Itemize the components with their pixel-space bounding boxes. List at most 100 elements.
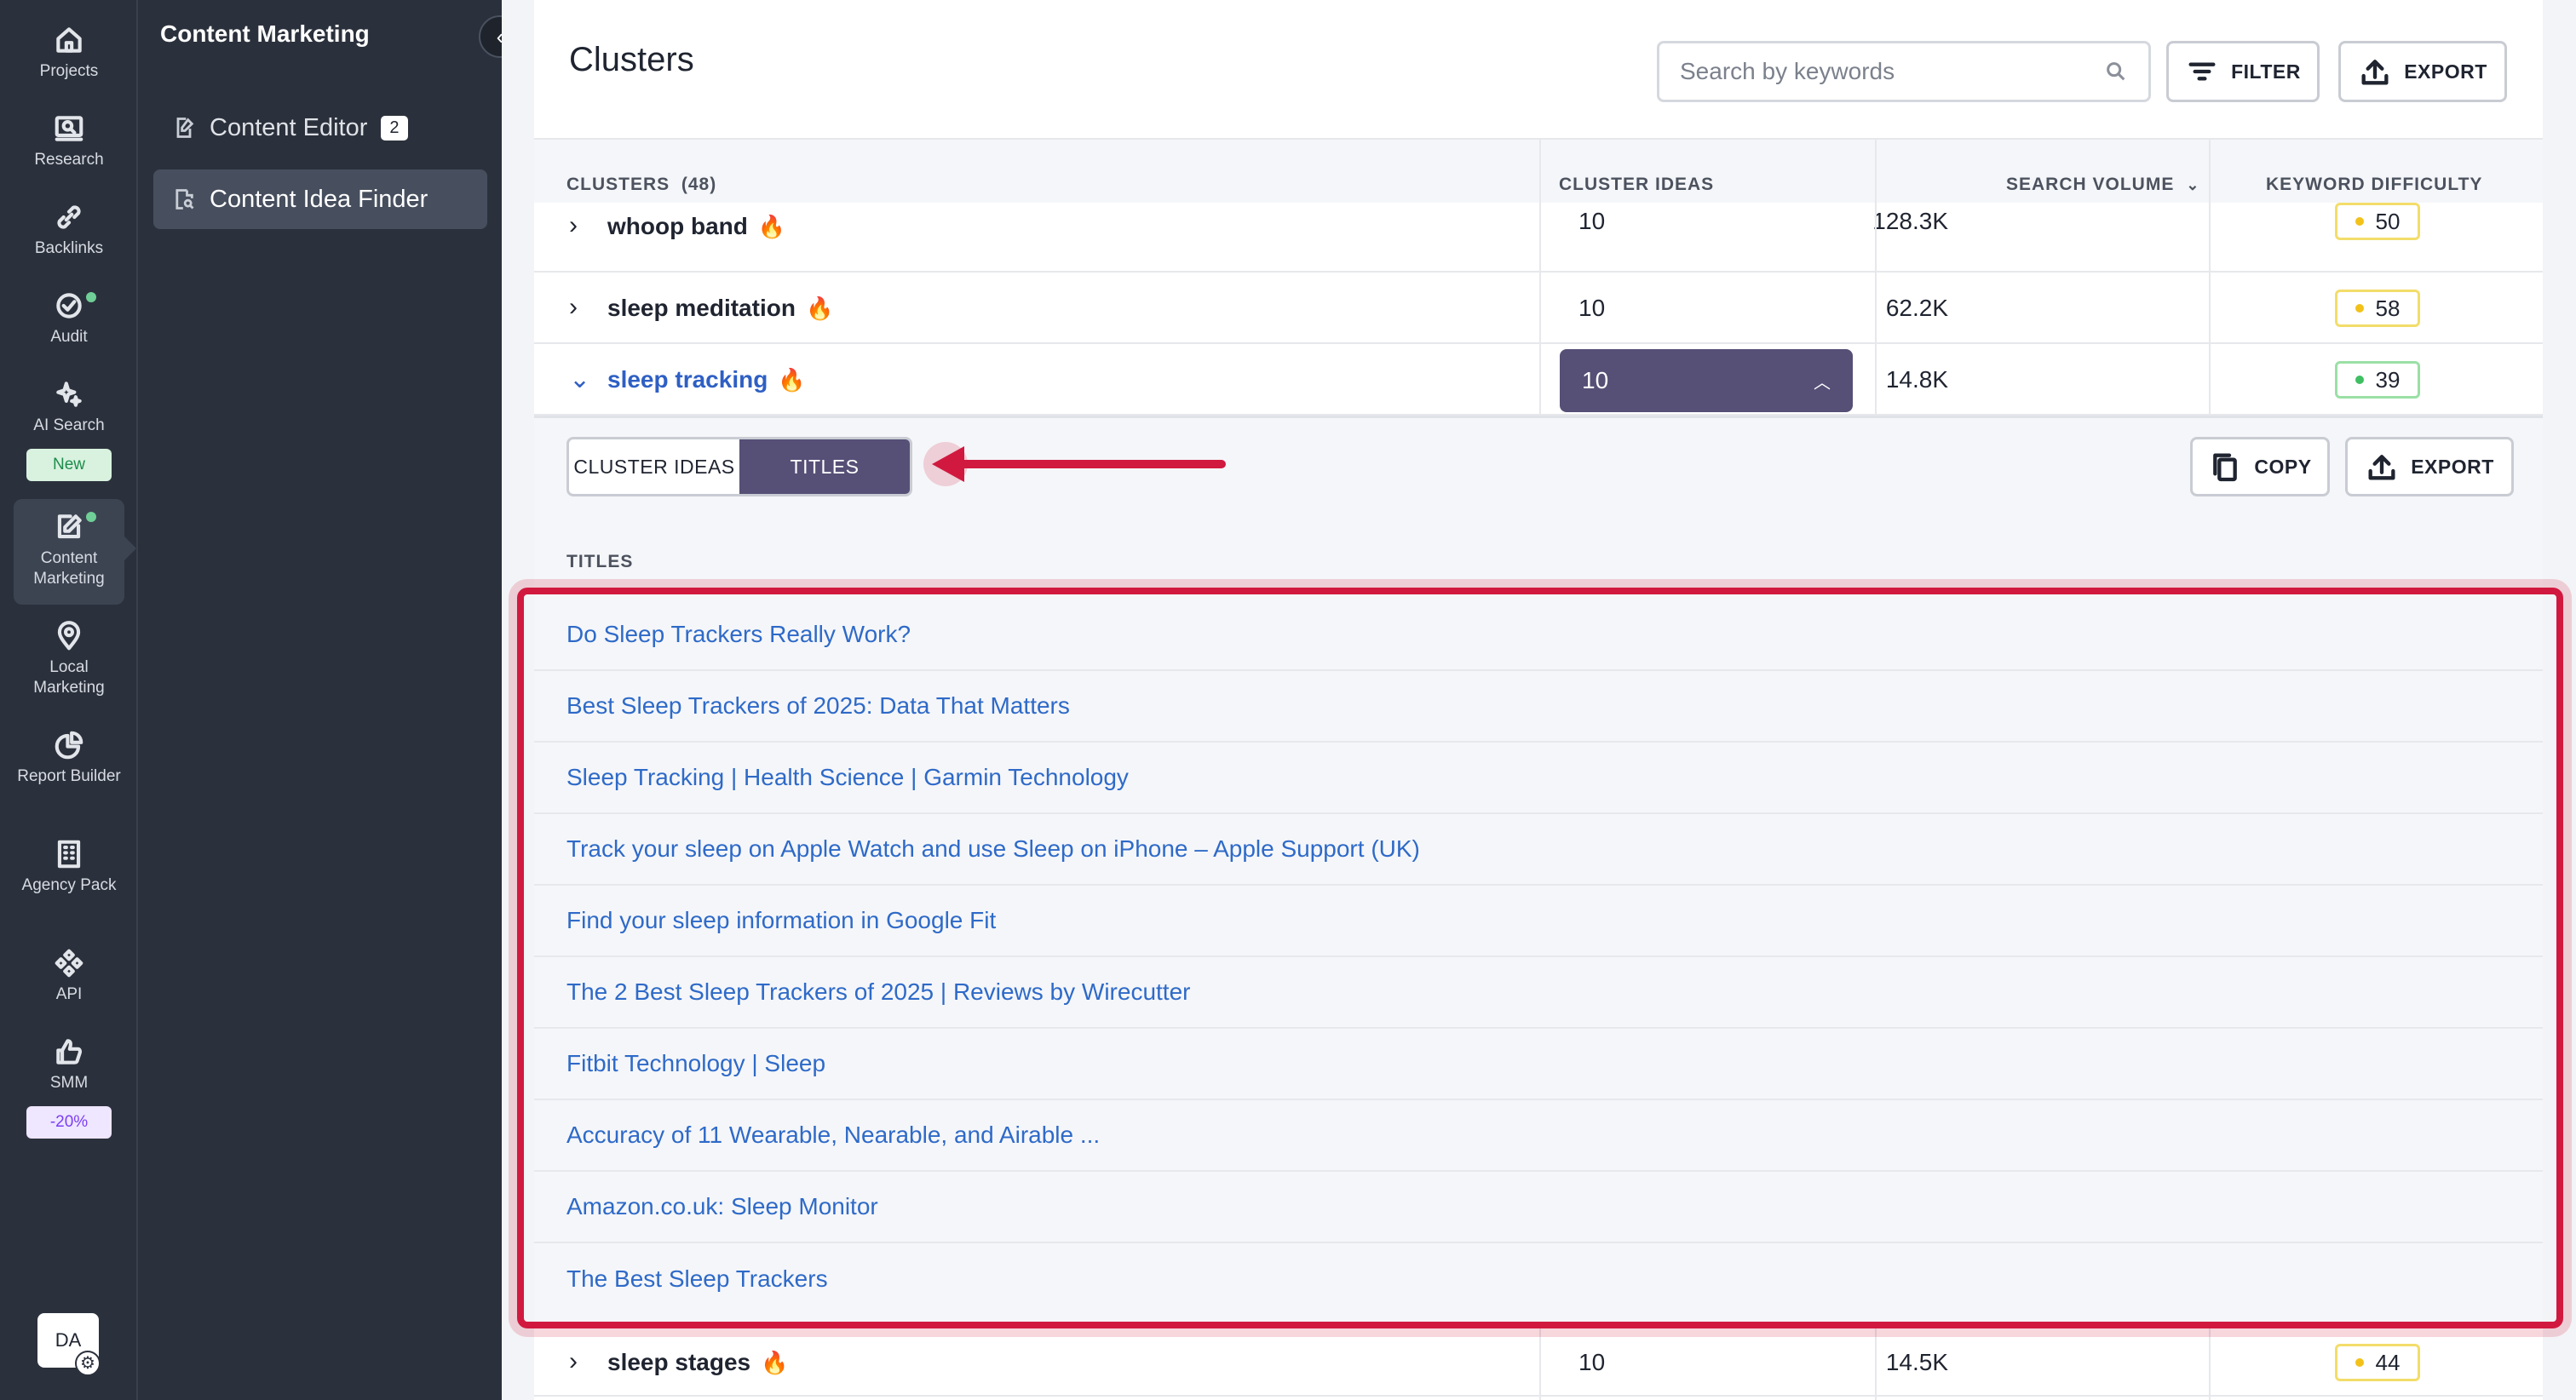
- rail-item-audit[interactable]: Audit: [14, 290, 124, 347]
- sidebar-item-content-editor[interactable]: Content Editor 2: [153, 98, 487, 158]
- search-box[interactable]: [1657, 41, 2151, 102]
- copy-button[interactable]: COPY: [2190, 437, 2330, 496]
- titles-export-button[interactable]: EXPORT: [2345, 437, 2514, 496]
- chevron-down-icon[interactable]: ⌄: [569, 364, 590, 394]
- building-icon: [57, 840, 81, 869]
- rail-label: AI Search: [33, 416, 105, 434]
- cluster-ideas-count: 10: [1578, 1349, 1606, 1375]
- flame-icon: 🔥: [805, 295, 834, 321]
- title-link[interactable]: The Best Sleep Trackers: [534, 1243, 2543, 1315]
- sort-chevron-icon[interactable]: ⌄: [2186, 176, 2199, 194]
- rail-item-report-builder[interactable]: Report Builder: [14, 729, 124, 787]
- edit-icon: [57, 514, 82, 539]
- api-icon: [55, 949, 83, 978]
- cluster-keyword[interactable]: sleep tracking 🔥: [607, 366, 806, 393]
- active-indicator: [124, 536, 136, 560]
- column-divider: [1539, 138, 1541, 416]
- discount-badge: -20%: [26, 1106, 112, 1139]
- title-link[interactable]: Do Sleep Trackers Really Work?: [534, 600, 2543, 671]
- title-link[interactable]: Track your sleep on Apple Watch and use …: [534, 814, 2543, 886]
- chevron-up-icon: ︿: [1814, 373, 1831, 393]
- rail-label: Projects: [39, 62, 99, 80]
- upload-icon: [2361, 60, 2389, 85]
- export-button[interactable]: EXPORT: [2338, 41, 2507, 102]
- clusters-card: Clusters FILTER EXPORT CLUSTERS (48) CLU…: [534, 0, 2543, 1400]
- cluster-keyword[interactable]: sleep stages 🔥: [607, 1349, 788, 1376]
- title-link[interactable]: The 2 Best Sleep Trackers of 2025 | Revi…: [534, 957, 2543, 1029]
- title-link[interactable]: Best Sleep Trackers of 2025: Data That M…: [534, 671, 2543, 743]
- flame-icon: 🔥: [757, 214, 786, 239]
- link-icon: [57, 205, 81, 229]
- tab-titles[interactable]: TITLES: [739, 439, 910, 494]
- title-link[interactable]: Accuracy of 11 Wearable, Nearable, and A…: [534, 1100, 2543, 1172]
- document-search-icon: [175, 189, 194, 209]
- titles-heading: TITLES: [566, 552, 634, 571]
- cluster-keyword[interactable]: whoop band 🔥: [607, 213, 785, 240]
- column-divider: [2209, 138, 2211, 416]
- rail-label: API: [55, 985, 83, 1003]
- column-divider: [1875, 1327, 1877, 1400]
- rail-item-projects[interactable]: Projects: [14, 24, 124, 82]
- table-row[interactable]: › sleep stages 🔥 10 14.5K 44: [534, 1325, 2543, 1397]
- status-dot: [86, 512, 96, 522]
- titles-list: Do Sleep Trackers Really Work? Best Slee…: [534, 600, 2543, 1315]
- rail-label: SMM: [49, 1074, 89, 1092]
- table-row[interactable]: › sleep meditation 🔥 10 62.2K 58: [534, 273, 2543, 344]
- sidebar-item-content-idea-finder[interactable]: Content Idea Finder: [153, 169, 487, 229]
- title-link[interactable]: Find your sleep information in Google Fi…: [534, 886, 2543, 957]
- filter-button[interactable]: FILTER: [2166, 41, 2320, 102]
- rail-item-content-marketing[interactable]: Content Marketing: [14, 499, 124, 605]
- count-badge: 2: [381, 115, 408, 141]
- cluster-keyword[interactable]: sleep meditation 🔥: [607, 295, 833, 322]
- title-link[interactable]: Amazon.co.uk: Sleep Monitor: [534, 1172, 2543, 1243]
- expanded-cluster-panel: CLUSTER IDEAS TITLES COPY EXPORT TITLES …: [534, 416, 2543, 1369]
- check-circle-icon: [56, 293, 82, 318]
- cluster-ideas-count: 10: [1578, 208, 1606, 234]
- keyword-difficulty-badge: 39: [2335, 361, 2420, 399]
- cluster-ideas-dropdown[interactable]: 10 ︿: [1560, 349, 1853, 412]
- map-pin-icon: [57, 621, 81, 651]
- keyword-difficulty-badge: 58: [2335, 290, 2420, 327]
- section-sidebar: Content Marketing Content Editor 2 Conte…: [140, 0, 502, 1400]
- rail-item-local-marketing[interactable]: Local Marketing: [14, 620, 124, 698]
- column-divider: [1539, 1327, 1541, 1400]
- table-row-expanded[interactable]: ⌄ sleep tracking 🔥 14.8K 39: [534, 344, 2543, 416]
- table-row[interactable]: › whoop band 🔥 10 128.3K 50: [534, 203, 2543, 273]
- rail-item-ai-search[interactable]: AI Search: [14, 378, 124, 436]
- rail-item-backlinks[interactable]: Backlinks: [14, 201, 124, 259]
- search-icon[interactable]: [2104, 60, 2128, 83]
- column-divider: [1875, 138, 1877, 416]
- rail-label: Agency Pack: [21, 876, 117, 894]
- rail-item-agency-pack[interactable]: Agency Pack: [14, 838, 124, 896]
- rail-item-research[interactable]: Research: [14, 112, 124, 170]
- copy-icon: [2213, 453, 2238, 482]
- icon-rail: Projects Research Backlinks Audit AI Sea…: [0, 0, 138, 1400]
- thumbs-up-icon: [56, 1039, 83, 1064]
- flame-icon: 🔥: [778, 367, 806, 393]
- chevron-right-icon[interactable]: ›: [569, 211, 578, 240]
- search-volume: 62.2K: [1885, 295, 1948, 321]
- chevron-right-icon[interactable]: ›: [569, 293, 578, 322]
- view-toggle: CLUSTER IDEAS TITLES: [566, 437, 912, 496]
- search-input[interactable]: [1680, 58, 2104, 85]
- main-content: Clusters FILTER EXPORT CLUSTERS (48) CLU…: [502, 0, 2576, 1400]
- rail-label: Research: [34, 151, 104, 169]
- rail-item-smm[interactable]: SMM: [14, 1036, 124, 1093]
- status-dot: [86, 292, 96, 302]
- cluster-ideas-count: 10: [1578, 295, 1606, 321]
- upload-icon: [2368, 455, 2395, 480]
- copy-label: COPY: [2254, 455, 2312, 478]
- title-link[interactable]: Sleep Tracking | Health Science | Garmin…: [534, 743, 2543, 814]
- rail-item-api[interactable]: API: [14, 947, 124, 1005]
- rail-label: Backlinks: [34, 239, 104, 257]
- chevron-right-icon[interactable]: ›: [569, 1347, 578, 1376]
- sidebar-item-label: Content Idea Finder: [210, 185, 428, 213]
- title-link[interactable]: Fitbit Technology | Sleep: [534, 1029, 2543, 1100]
- gear-icon[interactable]: ⚙: [75, 1351, 101, 1376]
- rail-label: Audit: [50, 328, 88, 346]
- search-volume: 14.5K: [1885, 1349, 1948, 1375]
- search-volume: 128.3K: [1872, 208, 1948, 234]
- pie-chart-icon: [55, 731, 83, 760]
- section-title: Content Marketing: [160, 20, 370, 47]
- tab-cluster-ideas[interactable]: CLUSTER IDEAS: [569, 439, 739, 494]
